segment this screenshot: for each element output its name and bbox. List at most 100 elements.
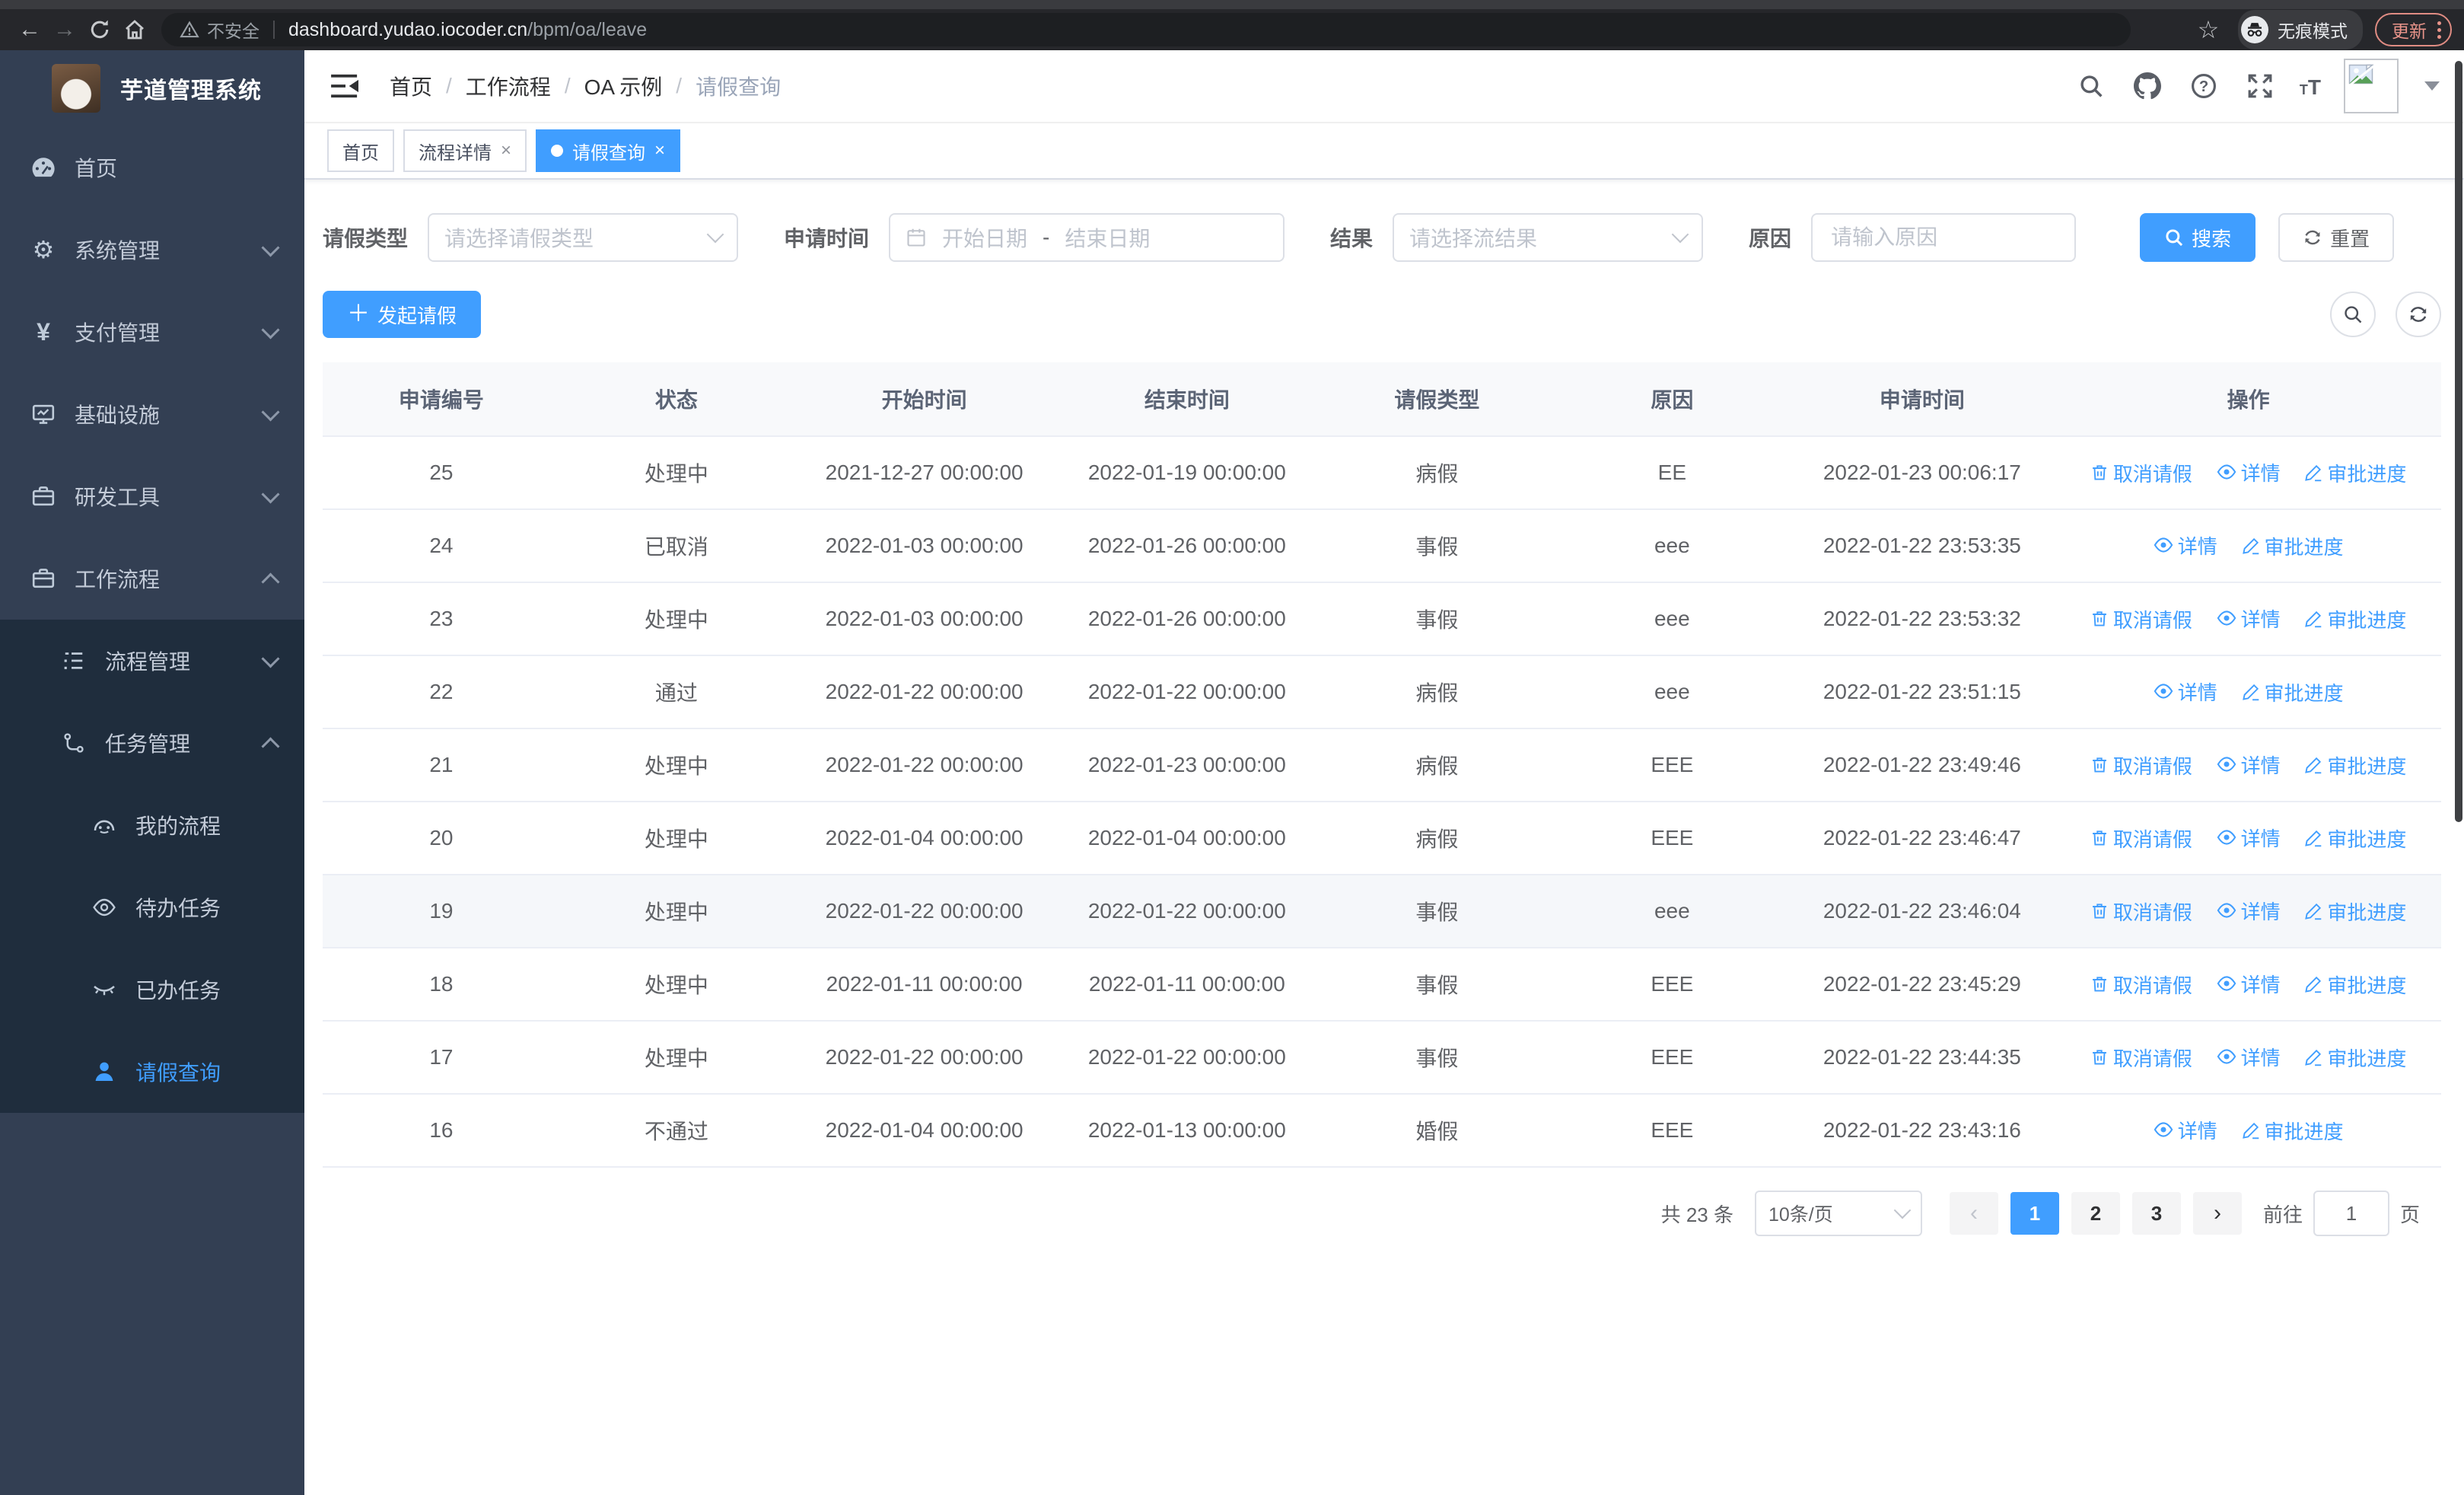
breadcrumb-oa-example[interactable]: OA 示例 (584, 71, 663, 101)
page-size-select[interactable]: 10条/页 (1754, 1191, 1922, 1236)
leave-type-select[interactable]: 请选择请假类型 (428, 213, 739, 262)
approval-progress-link[interactable]: 审批进度 (2242, 678, 2344, 706)
sidebar-collapse-icon[interactable] (329, 69, 362, 103)
approval-progress-link[interactable]: 审批进度 (2242, 532, 2344, 560)
sidebar-item-my-processes[interactable]: 我的流程 (0, 784, 304, 866)
sidebar-item-payment-mgmt[interactable]: ¥ 支付管理 (0, 291, 304, 373)
search-button[interactable]: 搜索 (2140, 213, 2256, 262)
app-logo-row[interactable]: 芋道管理系统 (0, 50, 304, 126)
help-icon[interactable]: ? (2187, 69, 2220, 103)
next-page-button[interactable]: › (2192, 1192, 2242, 1235)
pen-icon (2305, 757, 2322, 774)
cancel-leave-link[interactable]: 取消请假 (2090, 824, 2192, 853)
refresh-table-button[interactable] (2396, 292, 2441, 337)
browser-update-button[interactable]: 更新 (2375, 13, 2452, 46)
breadcrumb-workflow[interactable]: 工作流程 (466, 71, 551, 101)
approval-progress-link[interactable]: 审批进度 (2304, 1044, 2406, 1072)
sidebar-item-home[interactable]: 首页 (0, 126, 304, 209)
briefcase-icon (30, 566, 56, 591)
reload-icon[interactable] (82, 12, 117, 47)
screen: ← → 不安全 dashboard.yudao.iocoder.cn/bpm/o… (0, 0, 2464, 1495)
security-warning[interactable]: 不安全 (180, 17, 259, 43)
sidebar-item-todo-tasks[interactable]: 待办任务 (0, 866, 304, 948)
browser-menu-icon[interactable] (2437, 21, 2441, 39)
detail-link[interactable]: 详情 (2217, 1043, 2281, 1071)
dashboard-icon (30, 155, 56, 180)
show-search-toggle-button[interactable] (2330, 292, 2376, 337)
bookmark-star-icon[interactable]: ☆ (2191, 12, 2226, 47)
total-count: 共 23 条 (1660, 1203, 1733, 1226)
start-date-placeholder: 开始日期 (942, 227, 1028, 250)
divider (273, 21, 275, 39)
sidebar-item-done-tasks[interactable]: 已办任务 (0, 948, 304, 1031)
detail-link[interactable]: 详情 (2154, 531, 2217, 559)
detail-link[interactable]: 详情 (2217, 458, 2281, 486)
close-icon[interactable]: × (654, 142, 665, 160)
approval-progress-link[interactable]: 审批进度 (2304, 459, 2406, 487)
tab-process-detail[interactable]: 流程详情 × (403, 129, 527, 172)
approval-progress-link[interactable]: 审批进度 (2304, 824, 2406, 853)
prev-page-button[interactable]: ‹ (1949, 1192, 1998, 1235)
incognito-badge: 无痕模式 (2238, 10, 2363, 49)
detail-link[interactable]: 详情 (2217, 751, 2281, 779)
pen-icon (2242, 684, 2259, 701)
sidebar-item-process-mgmt[interactable]: 流程管理 (0, 620, 304, 702)
cancel-leave-link[interactable]: 取消请假 (2090, 459, 2192, 487)
goto-page-input[interactable] (2313, 1191, 2389, 1236)
approval-progress-link[interactable]: 审批进度 (2304, 971, 2406, 999)
result-select[interactable]: 请选择流结果 (1393, 213, 1704, 262)
eye-icon (2217, 1049, 2236, 1064)
search-icon[interactable] (2074, 69, 2108, 103)
reason-input[interactable] (1828, 224, 2060, 251)
sidebar-item-leave-query[interactable]: 请假查询 (0, 1031, 304, 1113)
workflow-submenu: 流程管理 任务管理 我的流程 待办任务 已办任务 请假查询 (0, 620, 304, 1113)
table-row: 23 处理中 2022-01-03 00:00:00 2022-01-26 00… (323, 582, 2441, 656)
scrollbar-thumb[interactable] (2455, 61, 2462, 822)
detail-link[interactable]: 详情 (2217, 824, 2281, 852)
detail-link[interactable]: 详情 (2217, 897, 2281, 925)
eye-icon (2154, 1122, 2173, 1137)
cancel-leave-link[interactable]: 取消请假 (2090, 897, 2192, 926)
cancel-leave-link[interactable]: 取消请假 (2090, 971, 2192, 999)
security-label: 不安全 (207, 21, 259, 41)
tab-home[interactable]: 首页 (327, 129, 394, 172)
font-size-icon[interactable]: TT (2300, 72, 2321, 100)
sidebar-item-dev-tools[interactable]: 研发工具 (0, 455, 304, 537)
detail-link[interactable]: 详情 (2154, 1116, 2217, 1144)
forward-icon[interactable]: → (47, 12, 82, 47)
detail-link[interactable]: 详情 (2154, 677, 2217, 706)
date-range-picker[interactable]: 开始日期 - 结束日期 (889, 213, 1285, 262)
approval-progress-link[interactable]: 审批进度 (2304, 897, 2406, 926)
reset-button[interactable]: 重置 (2278, 213, 2395, 262)
tab-leave-query[interactable]: 请假查询 × (536, 129, 681, 172)
avatar[interactable] (2344, 59, 2399, 113)
github-icon[interactable] (2131, 69, 2164, 103)
approval-progress-link[interactable]: 审批进度 (2242, 1117, 2344, 1145)
sidebar-item-infrastructure[interactable]: 基础设施 (0, 373, 304, 455)
detail-link[interactable]: 详情 (2217, 604, 2281, 633)
page-button-3[interactable]: 3 (2131, 1192, 2181, 1235)
cancel-leave-link[interactable]: 取消请假 (2090, 751, 2192, 779)
address-bar[interactable]: 不安全 dashboard.yudao.iocoder.cn/bpm/oa/le… (161, 13, 2131, 46)
cancel-leave-link[interactable]: 取消请假 (2090, 1044, 2192, 1072)
create-leave-button[interactable]: ＋ 发起请假 (323, 291, 482, 338)
chevron-down-icon (261, 320, 280, 339)
approval-progress-link[interactable]: 审批进度 (2304, 605, 2406, 633)
chevron-down-icon (261, 649, 280, 668)
approval-progress-link[interactable]: 审批进度 (2304, 751, 2406, 779)
page-button-2[interactable]: 2 (2071, 1192, 2120, 1235)
home-icon[interactable] (117, 12, 152, 47)
leave-type-label: 请假类型 (323, 227, 409, 250)
refresh-icon (2305, 230, 2320, 245)
back-icon[interactable]: ← (12, 12, 47, 47)
avatar-menu-caret-icon[interactable] (2424, 81, 2440, 91)
sidebar-item-workflow[interactable]: 工作流程 (0, 537, 304, 620)
sidebar-item-task-mgmt[interactable]: 任务管理 (0, 702, 304, 784)
detail-link[interactable]: 详情 (2217, 970, 2281, 998)
close-icon[interactable]: × (501, 142, 511, 160)
cancel-leave-link[interactable]: 取消请假 (2090, 605, 2192, 633)
page-button-1[interactable]: 1 (2010, 1192, 2059, 1235)
sidebar-item-system-mgmt[interactable]: ⚙ 系统管理 (0, 209, 304, 291)
fullscreen-icon[interactable] (2243, 69, 2277, 103)
breadcrumb-home[interactable]: 首页 (390, 71, 432, 101)
